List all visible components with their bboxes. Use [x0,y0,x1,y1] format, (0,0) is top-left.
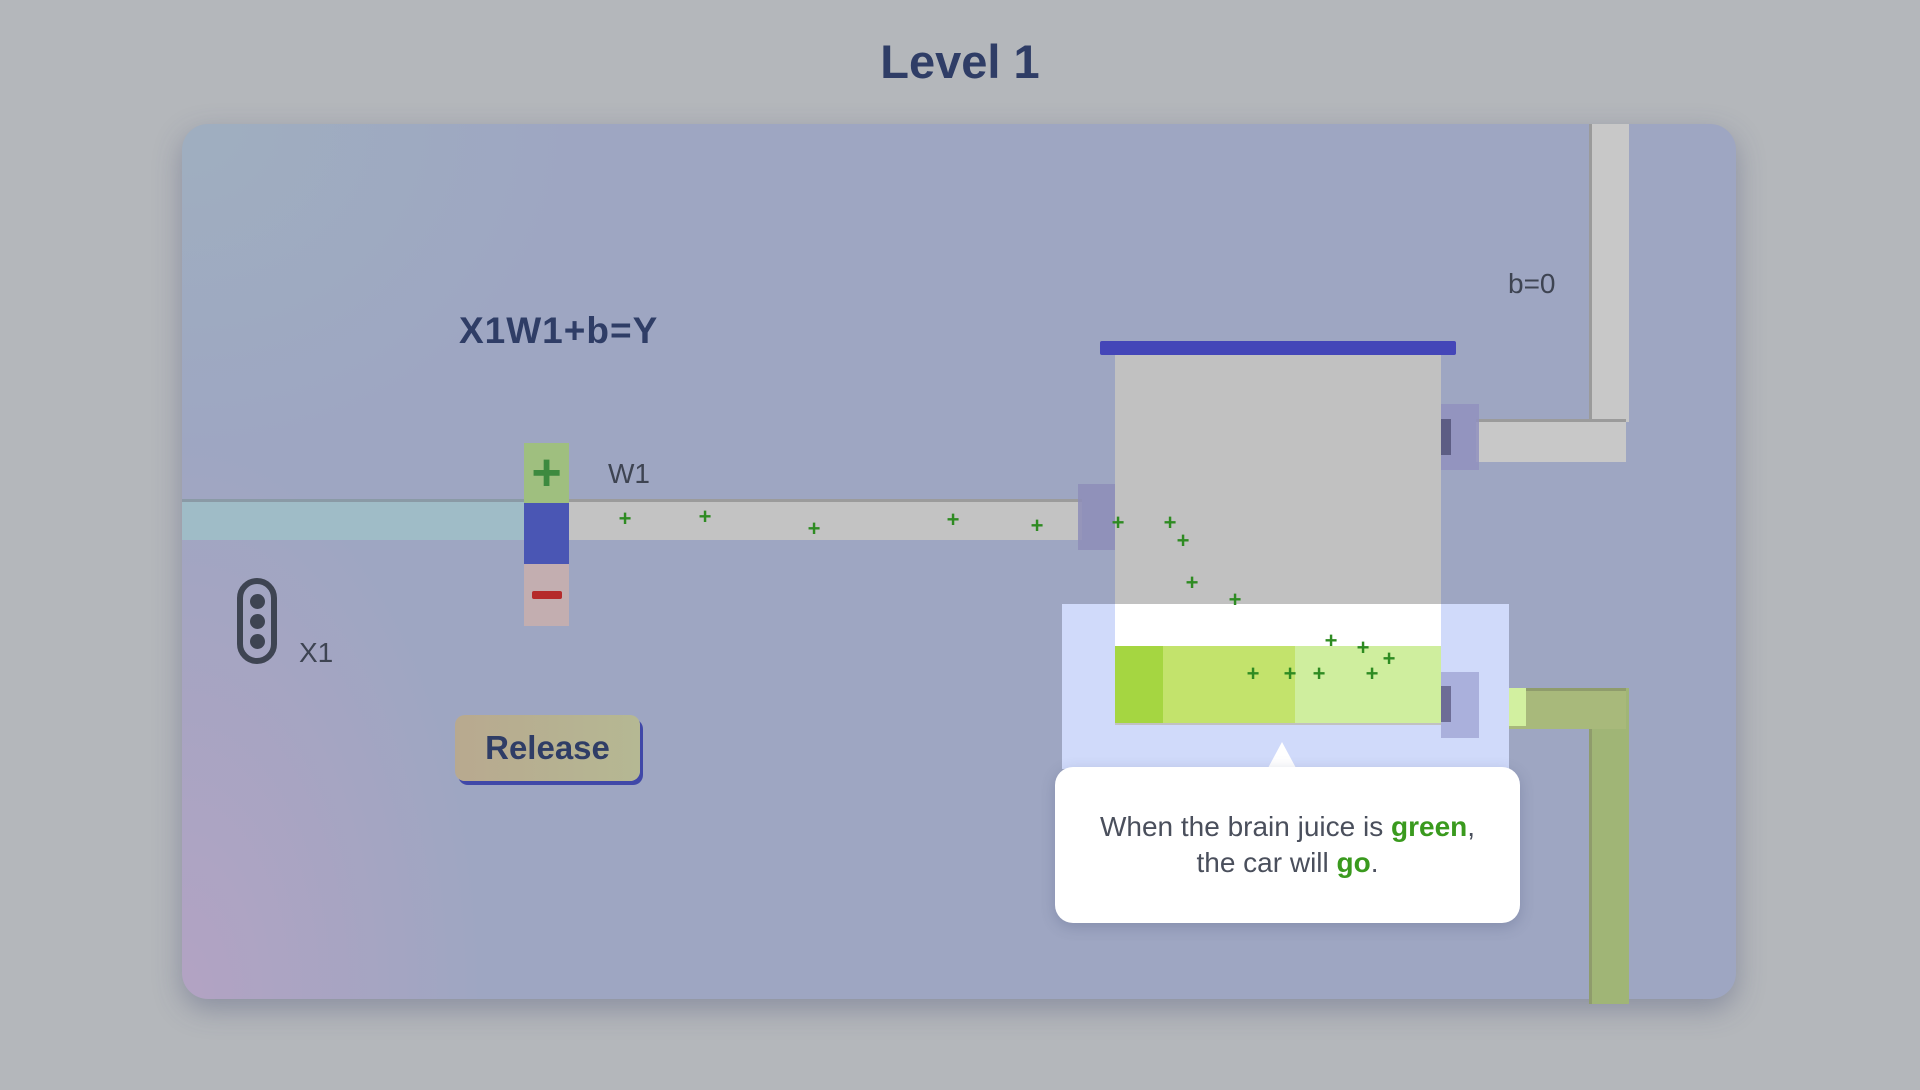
particle-plus: + [618,506,632,531]
brain-juice-dark [1115,646,1163,723]
formula: X1W1+b=Y [459,310,659,351]
particle-plus: + [1312,661,1326,686]
bias-label: b=0 [1508,268,1556,299]
hint-tooltip: When the brain juice is green, the car w… [1055,767,1520,923]
output-bottom-vertical-pipe [1589,688,1629,1004]
tooltip-line-1: When the brain juice is green, [1099,811,1476,842]
particle-plus: + [1030,513,1044,538]
particle-plus: + [1324,628,1338,653]
particle-plus: + [807,516,821,541]
particle-plus: + [1185,570,1199,595]
tank-lid [1100,341,1456,355]
output-top-pipe [1476,419,1626,462]
weight-decrease-button[interactable] [524,564,569,626]
particle-plus: + [1382,646,1396,671]
particle-plus: + [1111,510,1125,535]
tank-output-top-valve [1441,419,1451,455]
input-pipe [182,499,526,540]
input-label: X1 [299,637,334,668]
particle-plus: + [1356,635,1370,660]
particle-plus: + [1283,661,1297,686]
tooltip-go-word: go [1336,847,1371,878]
particle-plus: + [1163,510,1177,535]
weight-increase-button[interactable]: + [524,443,569,503]
tooltip-green-word: green [1391,811,1468,842]
particle-plus: + [946,507,960,532]
particle-plus: + [1365,661,1379,686]
traffic-light-icon [237,578,277,664]
output-top-vertical-pipe [1589,124,1629,422]
particle-plus: + [1246,661,1260,686]
particle-plus: + [698,504,712,529]
weight-pipe [568,499,1082,540]
particle-plus: + [1228,587,1242,612]
traffic-light-top [249,593,265,609]
traffic-light-middle [249,613,265,629]
weight-label: W1 [608,458,650,489]
level-title: Level 1 [880,35,1040,88]
traffic-light-bottom [249,633,265,649]
particle-plus: + [1176,528,1190,553]
release-button[interactable]: Release [455,715,640,781]
weight-value-block [524,503,569,564]
tank-output-bottom-valve [1441,686,1451,722]
minus-icon [531,591,562,599]
tooltip-arrow [1268,742,1296,768]
juice-surface [1115,604,1441,646]
tooltip-line-2: the car will go. [1196,847,1379,878]
